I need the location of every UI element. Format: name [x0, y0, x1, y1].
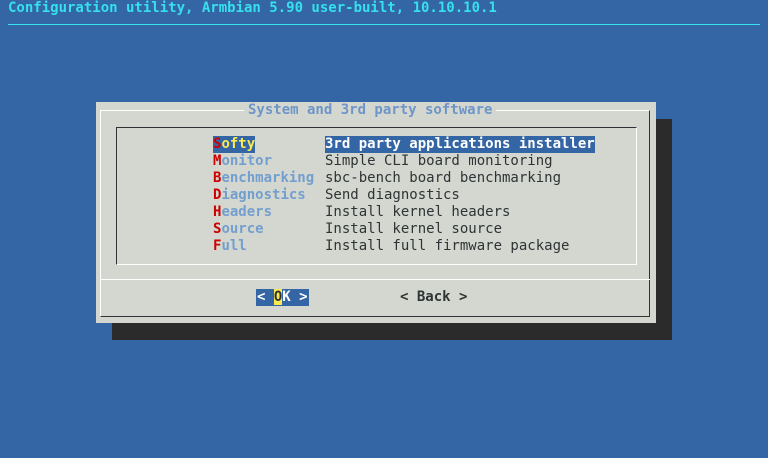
menu-item-tag: Source [213, 221, 264, 238]
ok-button-left-bracket: < [257, 289, 274, 305]
dialog-title: System and 3rd party software [244, 102, 497, 119]
button-row-divider [100, 279, 650, 280]
menu-item-tag: Monitor [213, 153, 272, 170]
back-button-label-rest: ack [425, 289, 451, 305]
menu-dialog: System and 3rd party software Softy 3rd … [96, 102, 656, 323]
menu-item-full[interactable]: Full Install full firmware package [213, 238, 569, 255]
menu-item-tag-rest: iagnostics [221, 187, 306, 203]
menu-item-description: Install full firmware package [325, 238, 570, 254]
menu-item-tag: Benchmarking [213, 170, 314, 187]
menu-item-tag: Diagnostics [213, 187, 306, 204]
menu-item-tag: Softy [213, 136, 256, 153]
ok-button-right-bracket: > [290, 289, 308, 305]
back-button[interactable]: < Back > [400, 289, 467, 306]
menu-item-headers[interactable]: Headers Install kernel headers [213, 204, 510, 221]
menu-item-tag-rest: onitor [221, 153, 273, 169]
menu-item-description: 3rd party applications installer [325, 136, 595, 153]
back-button-left-bracket: < [400, 289, 417, 305]
menu-item-tag: Headers [213, 204, 272, 221]
ok-button[interactable]: < OK > [256, 289, 309, 306]
menu-item-description: Simple CLI board monitoring [325, 153, 553, 169]
menu-item-description: sbc-bench board benchmarking [325, 170, 562, 186]
menu-item-softy[interactable]: Softy 3rd party applications installer [213, 136, 595, 153]
menu-item-description: Install kernel headers [325, 204, 511, 220]
menu-item-source[interactable]: Source Install kernel source [213, 221, 502, 238]
menu-item-tag-rest: enchmarking [221, 170, 315, 186]
menu-item-monitor[interactable]: Monitor Simple CLI board monitoring [213, 153, 553, 170]
menu-item-tag-rest: ource [221, 221, 264, 237]
menu-item-tag: Full [213, 238, 247, 255]
backtitle-divider [8, 24, 760, 25]
menu-item-diagnostics[interactable]: Diagnostics Send diagnostics [213, 187, 460, 204]
back-button-right-bracket: > [450, 289, 468, 305]
menu-item-benchmarking[interactable]: Benchmarking sbc-bench board benchmarkin… [213, 170, 561, 187]
menu-item-tag-rest: ofty [221, 136, 256, 152]
ok-button-label-rest: K [282, 289, 291, 305]
menu-item-tag-rest: eaders [221, 204, 273, 220]
menu-list: Softy 3rd party applications installer M… [116, 127, 637, 265]
backtitle: Configuration utility, Armbian 5.90 user… [8, 0, 497, 16]
menu-item-description: Install kernel source [325, 221, 503, 237]
menu-item-description: Send diagnostics [325, 187, 460, 203]
menu-item-tag-rest: ull [221, 238, 247, 254]
